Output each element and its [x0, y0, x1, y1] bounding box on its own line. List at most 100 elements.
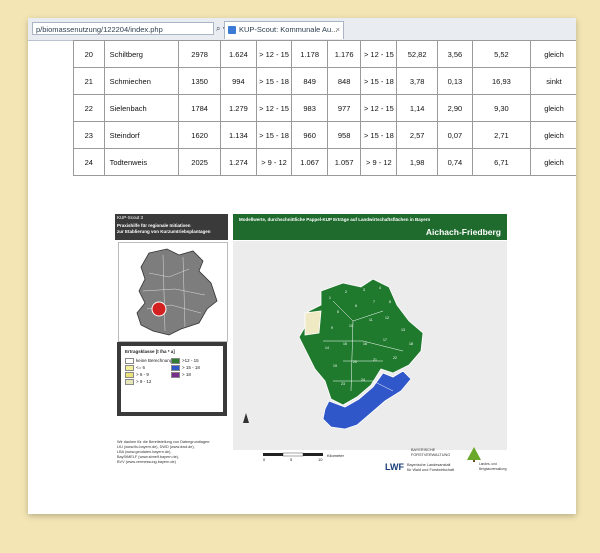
- municipality-number: 9: [331, 326, 333, 330]
- table-cell: gleich: [530, 148, 576, 176]
- legend-label: > 15 - 18: [182, 365, 200, 371]
- table-cell: 1,14: [396, 94, 438, 122]
- table-cell: sinkt: [530, 67, 576, 95]
- municipality-number: 4: [379, 286, 381, 290]
- table-cell: 24: [73, 148, 105, 176]
- legend-item: > 6 - 9: [125, 372, 149, 378]
- map-scale: 0 5 10 Kilometer: [263, 452, 363, 462]
- browser-tab[interactable]: KUP-Scout: Kommunale Au... ×: [224, 21, 344, 39]
- legend-swatch: [125, 365, 134, 371]
- address-bar[interactable]: p/biomassenutzung/122204/index.php: [32, 22, 214, 35]
- table-cell: > 9 - 12: [360, 148, 398, 176]
- partner2-text: Landes- und Bergbauverwaltung: [479, 462, 507, 471]
- table-cell: > 12 - 15: [360, 94, 398, 122]
- table-cell: > 9 - 12: [255, 148, 293, 176]
- table-row: 24 Todtenweis 2025 1.274 > 9 - 12 1.067 1.057 >…: [73, 148, 576, 176]
- browser-window: p/biomassenutzung/122204/index.php ⌕ ▾ ↻…: [28, 18, 576, 514]
- municipality-number: 12: [385, 316, 389, 320]
- lwf-logo: LWF: [385, 462, 404, 472]
- district-highlight: [151, 301, 167, 317]
- table-cell: 977: [326, 94, 362, 122]
- credits-text: Wir danken für die Bereitstellung von Da…: [117, 440, 229, 465]
- poster-right-header: Modellwerte, durchschnittliche Pappel-KU…: [233, 214, 507, 240]
- municipality-number: 8: [389, 300, 391, 304]
- district-name: Aichach-Friedberg: [425, 227, 501, 237]
- scale-tick: 10: [318, 457, 323, 462]
- table-cell: gleich: [530, 121, 576, 149]
- legend-item: <= 6: [125, 365, 145, 371]
- municipality-name-cell: Sielenbach: [103, 94, 180, 122]
- bavaria-shape: [136, 248, 218, 336]
- municipality-number: 2: [345, 290, 347, 294]
- table-cell: 2978: [178, 40, 222, 68]
- municipality-number: 1: [329, 296, 331, 300]
- table-cell: > 15 - 18: [360, 67, 398, 95]
- municipality-number: 14: [325, 346, 329, 350]
- table-row: 20 Schiltberg 2978 1.624 > 12 - 15 1.178 1.176…: [73, 40, 576, 68]
- municipality-number: 22: [393, 356, 397, 360]
- tree-logo-icon: [465, 446, 483, 463]
- table-cell: 2,57: [396, 121, 438, 149]
- table-row: 21 Schmiechen 1350 994 > 15 - 18 849 848 > 15 -…: [73, 67, 576, 95]
- table-cell: > 15 - 18: [255, 67, 293, 95]
- table-cell: 1.134: [220, 121, 257, 149]
- close-icon[interactable]: ×: [336, 22, 340, 38]
- table-cell: 0,07: [436, 121, 473, 149]
- municipality-number: 16: [363, 342, 367, 346]
- table-cell: gleich: [530, 40, 576, 68]
- table-cell: 994: [220, 67, 257, 95]
- table-cell: 23: [73, 121, 105, 149]
- municipality-number: 20: [353, 360, 357, 364]
- table-row: 22 Sielenbach 1784 1.279 > 12 - 15 983 977 > 12…: [73, 94, 576, 122]
- municipality-name-cell: Schmiechen: [103, 67, 180, 95]
- table-cell: > 15 - 18: [255, 121, 293, 149]
- table-cell: 3,56: [436, 40, 473, 68]
- legend-item: keine Berechnung: [125, 358, 172, 364]
- table-cell: 1.067: [291, 148, 328, 176]
- legend-swatch: [125, 379, 134, 385]
- municipality-number: 17: [383, 338, 387, 342]
- scale-tick: 0: [263, 457, 266, 462]
- table-cell: 20: [73, 40, 105, 68]
- municipality-number: 23: [341, 382, 345, 386]
- scale-label: Kilometer: [327, 453, 344, 458]
- poster-left-header: KUP-Scout 3 Praxishilfe für regionale In…: [115, 214, 228, 240]
- municipality-number: 19: [333, 364, 337, 368]
- municipality-table: 20 Schiltberg 2978 1.624 > 12 - 15 1.178 1.176…: [73, 40, 576, 176]
- municipality-name-cell: Todtenweis: [103, 148, 180, 176]
- region-beige: [304, 310, 322, 336]
- municipality-number: 10: [349, 324, 353, 328]
- legend-box: Ertragsklasse [t /ha * a] keine Berechnu…: [117, 342, 227, 416]
- legend-swatch: [125, 372, 134, 378]
- table-row: 23 Steindorf 1620 1.134 > 15 - 18 960 958 > 15 …: [73, 121, 576, 149]
- municipality-number: 21: [373, 358, 377, 362]
- legend-swatch: [171, 372, 180, 378]
- table-cell: 1784: [178, 94, 222, 122]
- municipality-number: 3: [363, 288, 365, 292]
- legend-swatch: [125, 358, 134, 364]
- table-cell: 2025: [178, 148, 222, 176]
- table-cell: 958: [326, 121, 362, 149]
- municipality-name-cell: Steindorf: [103, 121, 180, 149]
- forest-admin-logo: BAYERISCHE FORSTVERWALTUNG: [411, 448, 451, 457]
- table-cell: 1.624: [220, 40, 257, 68]
- table-cell: 21: [73, 67, 105, 95]
- table-cell: 2,71: [471, 121, 532, 149]
- map-title: Modellwerte, durchschnittliche Pappel-KU…: [239, 217, 431, 222]
- district-map: 1 2 3 4 5 6 7 8 9 10 11 12 13 14 15 16 17 18 19 20 21 22 23 24: [233, 241, 507, 450]
- table-cell: 848: [326, 67, 362, 95]
- page-icon: [228, 26, 236, 34]
- credits-line: BVV (www.vermessung.bayern.de): [117, 460, 176, 464]
- map-poster: KUP-Scout 3 Praxishilfe für regionale In…: [115, 214, 507, 476]
- table-cell: 0,74: [436, 148, 473, 176]
- table-cell: 1.057: [326, 148, 362, 176]
- legend-label: >12 - 15: [182, 358, 199, 364]
- table-cell: 1.274: [220, 148, 257, 176]
- municipality-number: 7: [373, 300, 375, 304]
- table-cell: 1.176: [326, 40, 362, 68]
- legend-label: > 6 - 9: [136, 372, 149, 378]
- lwf-text: Bayerische Landesanstalt für Wald und Fo…: [407, 463, 455, 472]
- table-cell: 983: [291, 94, 328, 122]
- table-cell: 16,93: [471, 67, 532, 95]
- bavaria-overview-map: [118, 242, 228, 342]
